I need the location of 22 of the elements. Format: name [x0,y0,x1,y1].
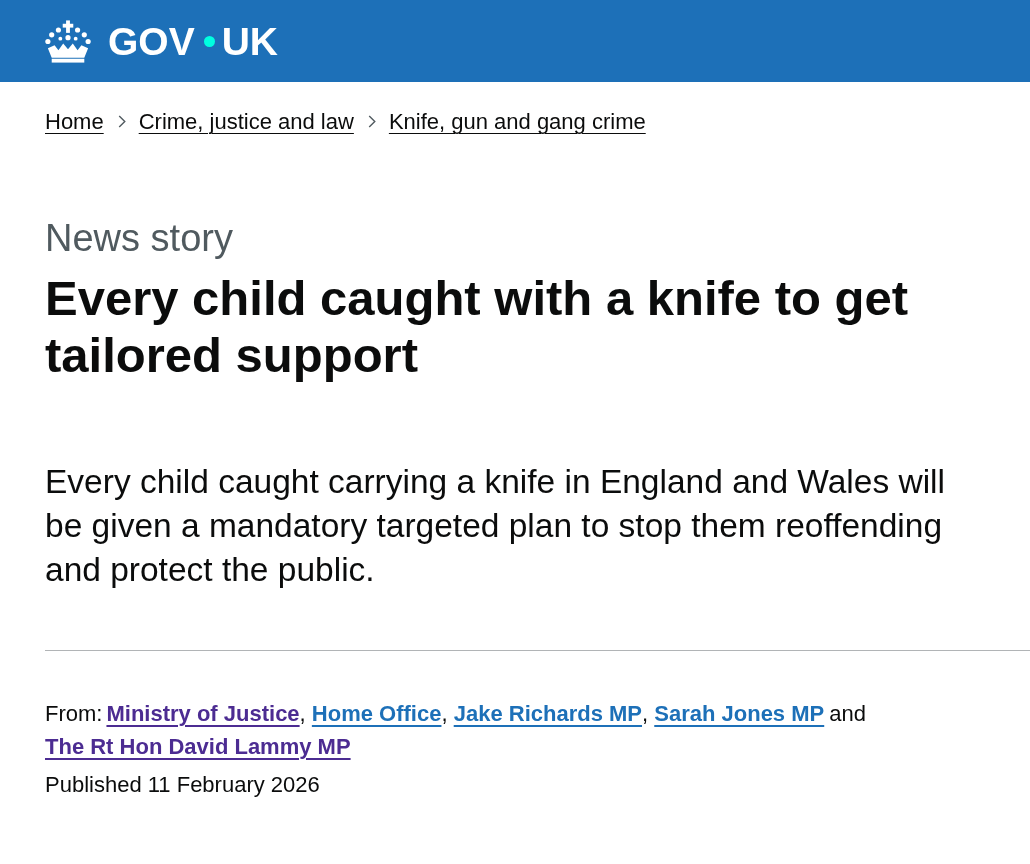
organisation-link[interactable]: Home Office [311,701,442,726]
chevron-icon [117,115,126,128]
from-label: From: [45,701,103,726]
separator-text: , [441,701,448,726]
organisation-link[interactable]: Jake Richards MP [453,701,642,726]
organisation-link[interactable]: Ministry of Justice [106,701,300,726]
separator-text: , [642,701,649,726]
content-type-label: News story [45,218,233,258]
breadcrumb-link[interactable]: Home [45,108,104,135]
logo-link[interactable]: GOV UK [45,19,279,63]
crown-icon [45,19,91,63]
published-date: Published 11 February 2026 [45,771,320,799]
dot-icon [203,35,215,47]
separator-text: , [299,701,306,726]
lead-paragraph: Every child caught carrying a knife in England and Wales will be given a mandatory targeted plan to stop them reoffending and protect the public. [45,462,946,590]
separator-text: and [829,701,866,726]
breadcrumb-link[interactable]: Knife, gun and gang crime [388,108,646,135]
article-title: Every child caught with a knife to get tailored support [45,270,910,384]
breadcrumb-link[interactable]: Crime, justice and law [138,108,354,135]
chevron-icon [367,115,376,128]
organisation-link[interactable]: Sarah Jones MP [654,701,825,726]
organisation-link[interactable]: The Rt Hon David Lammy MP [45,734,351,759]
